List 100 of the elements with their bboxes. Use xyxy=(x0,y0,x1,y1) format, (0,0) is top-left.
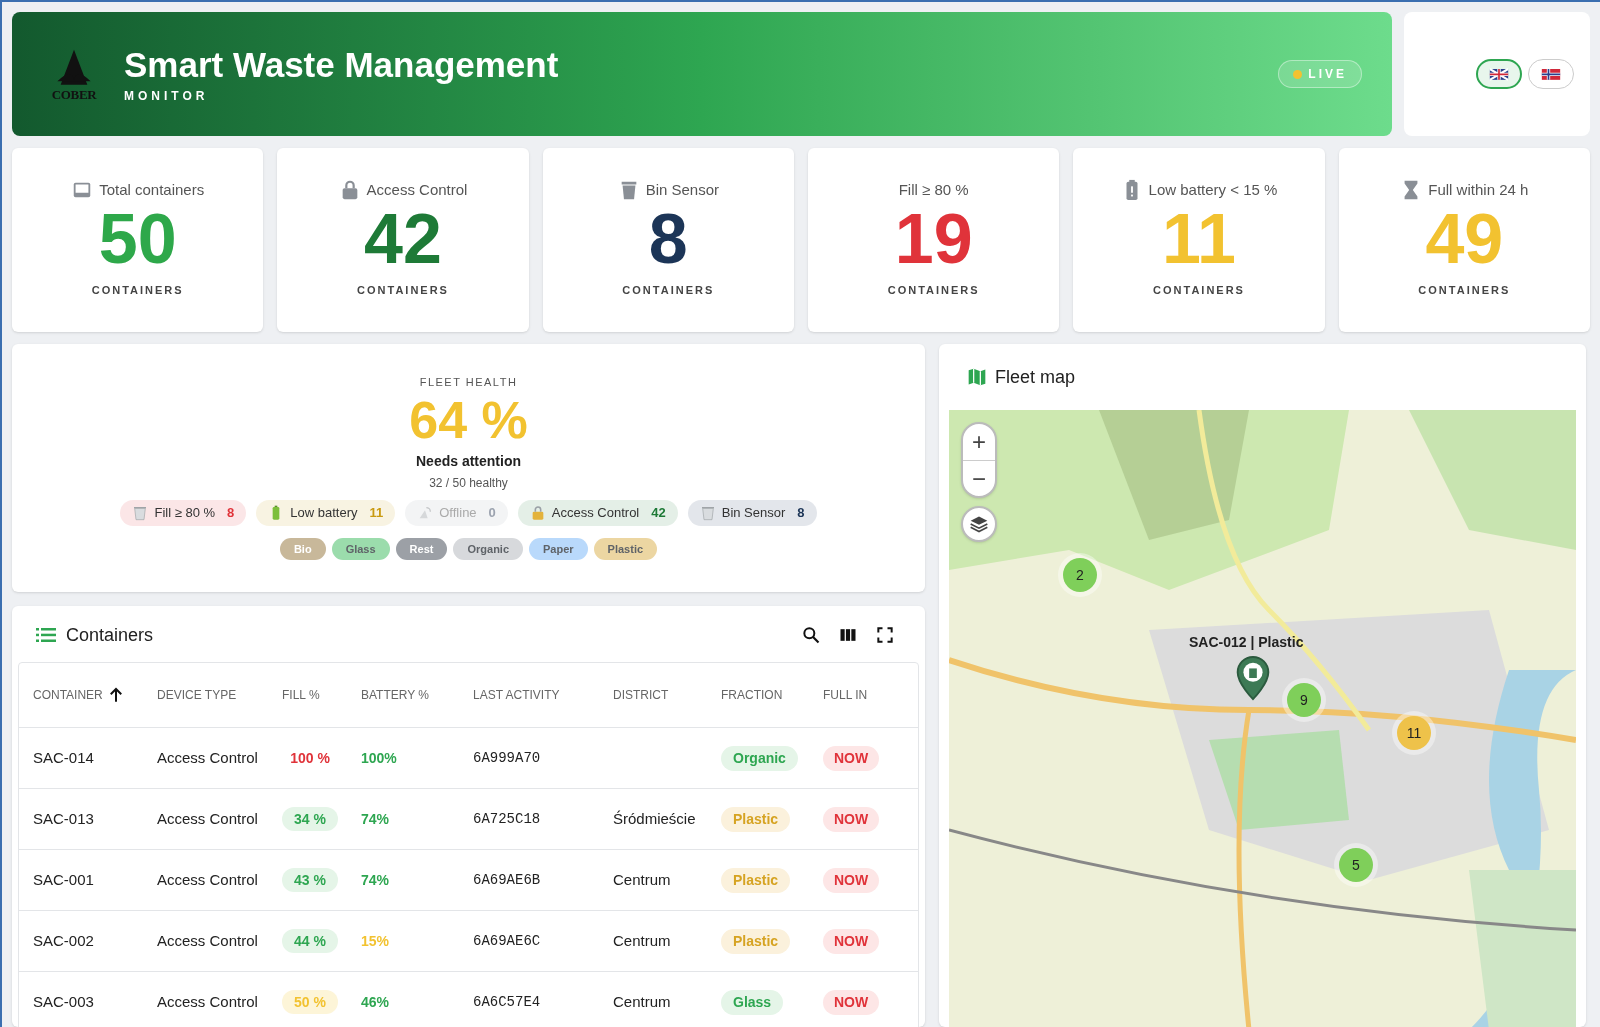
fraction-tag: Plastic xyxy=(721,806,791,832)
chip-label: Bin Sensor xyxy=(721,503,786,522)
last-activity: 6A69AE6C xyxy=(473,931,541,951)
health-summary: 32 / 50 healthy xyxy=(429,474,508,492)
health-status: Needs attention xyxy=(416,451,521,471)
battery-value: 74% xyxy=(361,809,390,829)
language-button[interactable] xyxy=(1476,59,1522,89)
logo-text: COBER xyxy=(51,87,97,101)
stat-label: Full within 24 h xyxy=(1428,179,1529,200)
chip-label: Offline xyxy=(439,503,477,522)
container-id: SAC-014 xyxy=(33,747,94,768)
battery-value: 46% xyxy=(361,992,390,1012)
stat-label: Access Control xyxy=(366,179,468,200)
battery-value: 100% xyxy=(361,748,397,768)
table-row[interactable]: SAC-003 Access Control 50 % 46% 6A6C57E4 Centrum Glass NOW xyxy=(19,972,918,1027)
column-header[interactable]: FULL IN xyxy=(823,686,913,704)
chip-count: 11 xyxy=(369,503,384,522)
stat-value: 50 xyxy=(98,202,177,276)
column-header[interactable]: CONTAINER xyxy=(33,686,157,704)
layers-icon xyxy=(969,514,989,534)
fraction-tag: Rest xyxy=(395,537,448,560)
device-type: Access Control xyxy=(157,991,258,1012)
full-in-tag: NOW xyxy=(823,928,880,954)
stat-label: Bin Sensor xyxy=(645,179,719,200)
stat-value: 42 xyxy=(364,202,442,276)
last-activity: 6A999A70 xyxy=(473,748,541,768)
table-row[interactable]: SAC-013 Access Control 34 % 74% 6A725C18 Śródmieście Plastic NOW xyxy=(19,789,918,850)
fraction-tag: Bio xyxy=(279,537,326,560)
column-header[interactable]: DEVICE TYPE xyxy=(157,686,282,704)
card-title: Fleet map xyxy=(995,365,1076,389)
bin-icon xyxy=(699,504,716,521)
map-icon xyxy=(967,367,987,387)
column-header[interactable]: LAST ACTIVITY xyxy=(473,686,613,704)
health-score: 64 % xyxy=(409,390,528,449)
stat-unit: CONTAINERS xyxy=(357,283,449,298)
zoom-in-button[interactable]: + xyxy=(963,424,995,461)
stat-unit: CONTAINERS xyxy=(887,283,980,298)
stat-value: 19 xyxy=(894,202,973,276)
fraction-tag: Glass xyxy=(331,537,390,560)
chip-label: Fill ≥ 80 % xyxy=(154,503,216,522)
column-header[interactable]: BATTERY % xyxy=(361,686,473,704)
full-in-tag: NOW xyxy=(823,867,880,893)
fraction-tag: Organic xyxy=(721,745,798,771)
stat-label: Low battery < 15 % xyxy=(1148,179,1278,200)
table-row[interactable]: SAC-014 Access Control 100 % 100% 6A999A70 Organic NOW xyxy=(19,728,918,789)
table-row[interactable]: SAC-002 Access Control 44 % 15% 6A69AE6C Centrum Plastic NOW xyxy=(19,911,918,972)
last-activity: 6A6C57E4 xyxy=(473,992,541,1012)
fraction-tag: Glass xyxy=(721,989,784,1015)
fill-value: 50 % xyxy=(282,990,338,1014)
device-type: Access Control xyxy=(157,930,258,951)
stat-label: Total containers xyxy=(99,179,205,200)
section-title: FLEET HEALTH xyxy=(419,375,518,390)
card-title: Containers xyxy=(66,623,155,647)
fraction-tag: Plastic xyxy=(721,928,791,954)
column-header[interactable]: FRACTION xyxy=(721,686,823,704)
stat-unit: CONTAINERS xyxy=(1418,283,1511,298)
full-in-tag: NOW xyxy=(823,806,880,832)
column-header[interactable]: DISTRICT xyxy=(613,686,721,704)
fraction-tag: Plastic xyxy=(721,867,791,893)
last-activity: 6A725C18 xyxy=(473,809,541,829)
column-header[interactable]: FILL % xyxy=(282,686,361,704)
zoom-out-button[interactable]: − xyxy=(963,461,995,497)
fullscreen-icon xyxy=(874,625,895,645)
chip-label: Low battery xyxy=(290,503,358,522)
chip-count: 42 xyxy=(651,503,666,522)
container-id: SAC-002 xyxy=(33,930,94,951)
bin-icon xyxy=(132,504,149,521)
chip-count: 8 xyxy=(797,503,805,522)
device-type: Access Control xyxy=(157,869,258,890)
container-id: SAC-001 xyxy=(33,869,94,890)
last-activity: 6A69AE6B xyxy=(473,870,541,890)
search-icon xyxy=(800,625,821,645)
stat-unit: CONTAINERS xyxy=(1153,283,1245,298)
device-type: Access Control xyxy=(157,747,258,768)
stat-value: 49 xyxy=(1425,202,1504,276)
district: Śródmieście xyxy=(613,808,696,829)
chip-label: Access Control xyxy=(551,503,640,522)
device-type: Access Control xyxy=(157,808,258,829)
app-title: Smart Waste Management xyxy=(124,44,560,87)
table-row[interactable]: SAC-001 Access Control 43 % 74% 6A69AE6B Centrum Plastic NOW xyxy=(19,850,918,911)
fill-value: 44 % xyxy=(282,929,338,953)
app-subtitle: MONITOR xyxy=(124,87,210,105)
container-id: SAC-013 xyxy=(33,808,94,829)
stat-value: 8 xyxy=(648,202,688,276)
full-in-tag: NOW xyxy=(823,745,880,771)
fill-value: 100 % xyxy=(289,749,331,768)
district: Centrum xyxy=(613,869,671,890)
stat-unit: CONTAINERS xyxy=(622,283,715,298)
full-in-tag: NOW xyxy=(823,989,880,1015)
container-id: SAC-003 xyxy=(33,991,94,1012)
chip-count: 0 xyxy=(488,503,496,522)
fill-value: 34 % xyxy=(282,807,338,831)
battery-value: 15% xyxy=(361,931,390,951)
language-button[interactable] xyxy=(1528,59,1574,89)
fraction-tag: Organic xyxy=(453,537,524,560)
battery-value: 74% xyxy=(361,870,390,890)
chip-count: 8 xyxy=(227,503,235,522)
marker-label: SAC-012 | Plastic xyxy=(1189,633,1304,652)
bin-marker-icon xyxy=(1235,655,1271,701)
fill-value: 43 % xyxy=(282,868,338,892)
